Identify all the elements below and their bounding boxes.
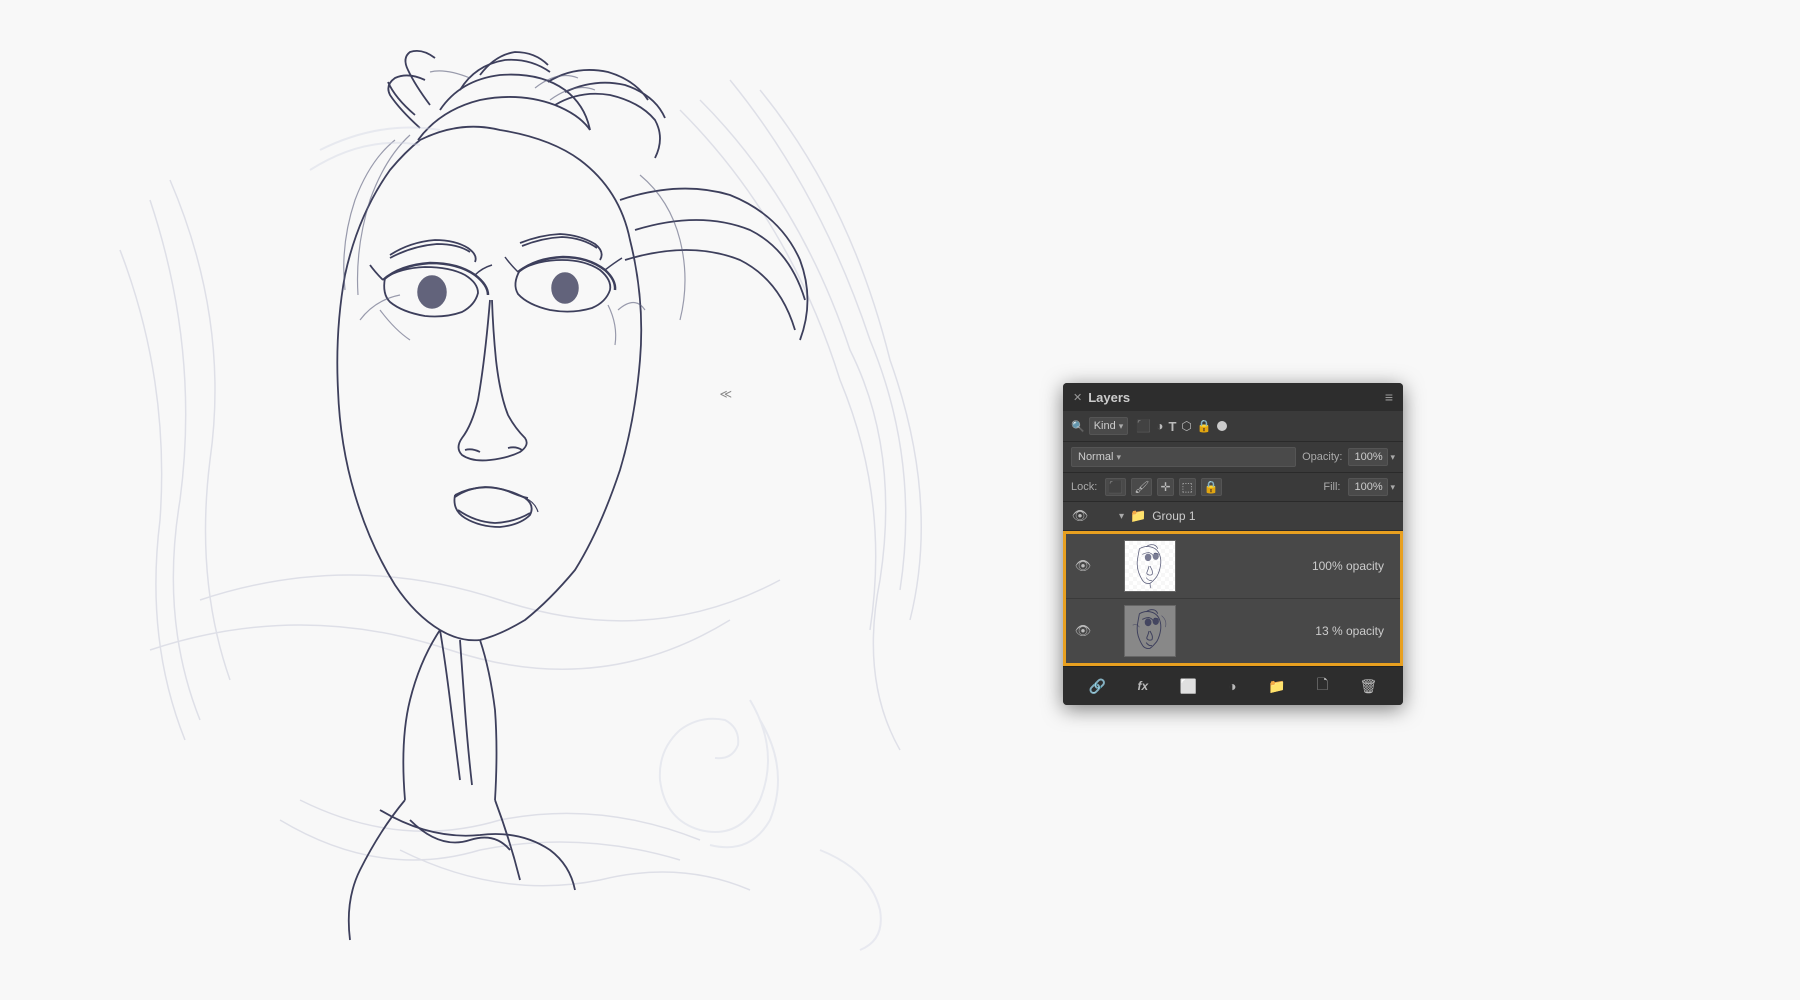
layer2-opacity-text: 13 % opacity	[1315, 624, 1392, 638]
panel-title: Layers	[1088, 390, 1130, 405]
panel-header: ✕ Layers ≡	[1063, 383, 1403, 411]
lock-all-icon[interactable]: 🔒	[1201, 478, 1222, 496]
blend-opacity-row: Normal ▾ Opacity: 100% ▾	[1063, 442, 1403, 473]
folder-icon: 📁	[1130, 508, 1146, 524]
layer-item-1[interactable]: 👁	[1066, 534, 1400, 599]
kind-dropdown-arrow: ▾	[1119, 421, 1124, 432]
delete-layer-icon[interactable]: 🗑	[1359, 678, 1377, 695]
add-mask-icon[interactable]: ⬜	[1179, 678, 1196, 695]
group-name-label: Group 1	[1152, 509, 1195, 523]
opacity-arrow: ▾	[1390, 452, 1395, 463]
kind-label: Kind	[1094, 420, 1116, 432]
lock-label: Lock:	[1071, 481, 1097, 493]
filter-icons: ⬛ ◑ T ⬡ 🔒	[1136, 419, 1227, 434]
blend-mode-dropdown[interactable]: Normal ▾	[1071, 447, 1296, 467]
panel-close-button[interactable]: ✕	[1073, 391, 1082, 404]
blend-mode-label: Normal	[1078, 451, 1113, 463]
fill-label: Fill:	[1323, 481, 1340, 493]
pixel-filter-icon[interactable]: ⬛	[1136, 419, 1151, 433]
panel-collapse-button[interactable]: ≪	[719, 387, 732, 401]
group-layer-row[interactable]: 👁 ▾ 📁 Group 1	[1063, 502, 1403, 531]
kind-dropdown[interactable]: Kind ▾	[1089, 417, 1129, 435]
layer1-opacity-text: 100% opacity	[1312, 559, 1392, 573]
circle-filter-icon[interactable]	[1217, 421, 1227, 431]
fill-value[interactable]: 100%	[1348, 478, 1388, 496]
group-visibility-icon[interactable]: 👁	[1071, 508, 1089, 524]
kind-filter-row: 🔍 Kind ▾ ⬛ ◑ T ⬡ 🔒	[1063, 411, 1403, 442]
sketch-drawing	[0, 0, 1060, 1000]
search-icon: 🔍	[1071, 420, 1085, 433]
group-expand-arrow[interactable]: ▾	[1119, 511, 1124, 522]
selected-layers-container: 👁	[1063, 531, 1403, 666]
new-group-icon[interactable]: 📁	[1268, 678, 1285, 695]
new-adjustment-icon[interactable]: ◑	[1228, 678, 1236, 694]
layer2-thumbnail	[1124, 605, 1176, 657]
panel-menu-button[interactable]: ≡	[1385, 389, 1393, 405]
blend-mode-arrow: ▾	[1116, 452, 1121, 463]
canvas-area	[0, 0, 1800, 1000]
lock-move-icon[interactable]: ✛	[1157, 478, 1173, 496]
layer-effects-icon[interactable]: fx	[1137, 679, 1148, 693]
shape-filter-icon[interactable]: ⬡	[1181, 419, 1191, 433]
lock-icons-group: ⬛ 🖌 ✛ ⬚ 🔒	[1105, 478, 1222, 496]
new-layer-icon[interactable]: 🗋	[1317, 674, 1328, 698]
layer-item-2[interactable]: 👁	[1066, 599, 1400, 663]
type-filter-icon[interactable]: T	[1168, 419, 1176, 434]
fill-arrow: ▾	[1390, 482, 1395, 493]
lock-brush-icon[interactable]: 🖌	[1131, 478, 1152, 496]
layer2-visibility-icon[interactable]: 👁	[1074, 623, 1092, 639]
layer1-visibility-icon[interactable]: 👁	[1074, 558, 1092, 574]
panel-footer: 🔗 fx ⬜ ◑ 📁 🗋 🗑	[1063, 666, 1403, 705]
lock-pixels-icon[interactable]: ⬛	[1105, 478, 1126, 496]
layers-panel: ✕ Layers ≡ 🔍 Kind ▾ ⬛ ◑ T ⬡ 🔒 Normal ▾ O…	[1063, 383, 1403, 705]
lock-fill-row: Lock: ⬛ 🖌 ✛ ⬚ 🔒 Fill: 100% ▾	[1063, 473, 1403, 502]
opacity-value[interactable]: 100%	[1348, 448, 1388, 466]
lock-artboard-icon[interactable]: ⬚	[1179, 478, 1196, 496]
opacity-label: Opacity:	[1302, 451, 1342, 463]
smartobject-filter-icon[interactable]: 🔒	[1197, 419, 1212, 433]
link-layers-icon[interactable]: 🔗	[1089, 678, 1106, 695]
adjustment-filter-icon[interactable]: ◑	[1156, 419, 1163, 433]
layer1-thumbnail	[1124, 540, 1176, 592]
